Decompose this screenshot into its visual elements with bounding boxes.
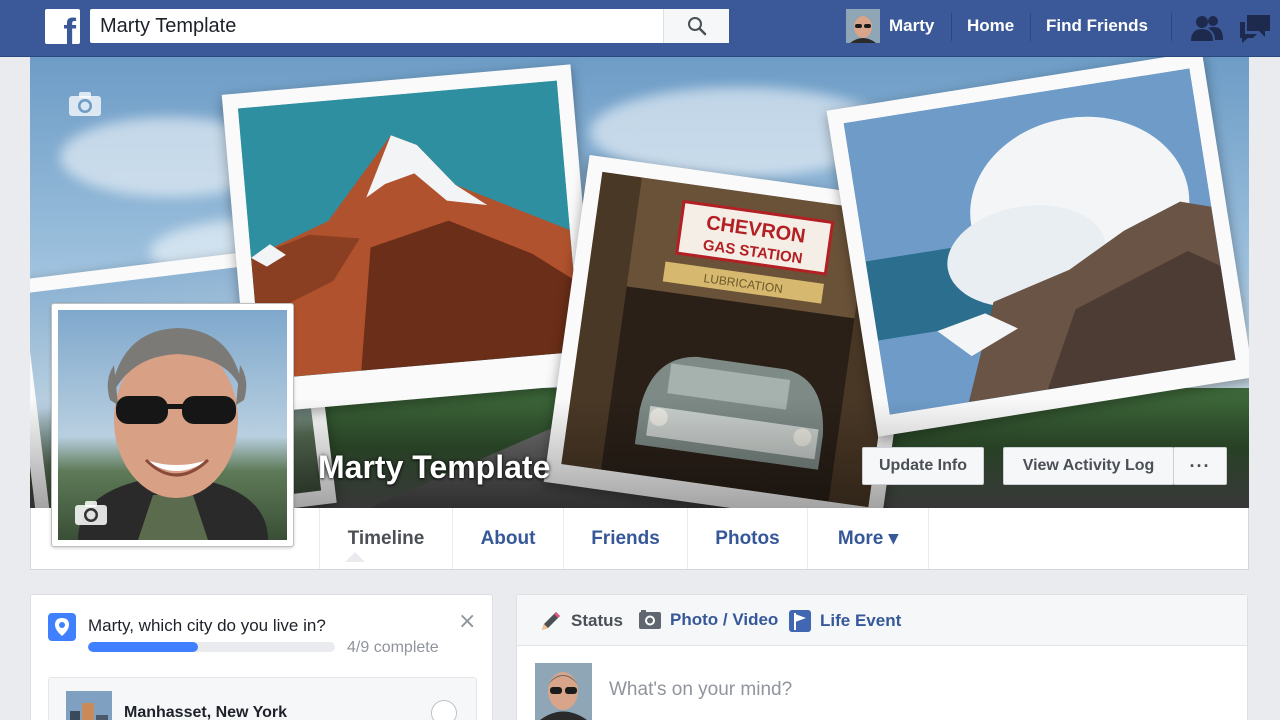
composer-tab-life-event-label: Life Event	[820, 611, 902, 630]
more-options-button[interactable]: ···	[1173, 447, 1227, 485]
camera-icon	[639, 610, 661, 629]
tab-timeline[interactable]: Timeline	[319, 508, 453, 569]
status-input[interactable]: What's on your mind?	[609, 679, 792, 701]
nav-divider	[951, 13, 952, 41]
composer-tab-photo-video-label: Photo / Video	[670, 610, 779, 629]
tab-about[interactable]: About	[453, 508, 564, 569]
progress-fill	[88, 642, 198, 652]
nav-divider	[1030, 13, 1031, 41]
nav-user-name: Marty	[889, 16, 935, 35]
completion-progress-text: 4/9 complete	[347, 639, 439, 656]
city-question: Marty, which city do you live in?	[88, 616, 326, 635]
search-button[interactable]	[663, 9, 729, 43]
city-suggestion-row[interactable]: Manhasset, New York	[48, 677, 477, 720]
profile-name-heading[interactable]: Marty Template	[318, 449, 550, 486]
location-pin-icon	[48, 613, 76, 641]
avatar	[846, 9, 880, 43]
city-thumbnail	[66, 691, 112, 720]
avatar	[535, 663, 592, 720]
completion-progress-bar	[88, 642, 335, 652]
polaroid-ocean-waves-photo	[826, 57, 1249, 437]
view-activity-log-button[interactable]: View Activity Log	[1003, 447, 1174, 485]
flag-icon	[789, 610, 811, 632]
update-info-button[interactable]: Update Info	[862, 447, 984, 485]
tab-friends[interactable]: Friends	[564, 508, 688, 569]
camera-icon[interactable]	[74, 500, 108, 526]
active-tab-indicator	[345, 552, 365, 562]
tab-more[interactable]: More ▾	[808, 508, 929, 569]
nav-profile-link[interactable]: Marty	[846, 9, 934, 43]
search-box	[90, 9, 729, 43]
composer-tab-status[interactable]: Status	[539, 609, 623, 633]
composer-tab-photo-video[interactable]: Photo / Video	[638, 609, 778, 631]
nav-home-link[interactable]: Home	[967, 16, 1014, 36]
nav-find-friends-link[interactable]: Find Friends	[1046, 16, 1148, 36]
search-input[interactable]	[90, 9, 662, 43]
profile-picture[interactable]	[51, 303, 294, 547]
pencil-icon	[542, 612, 560, 630]
close-icon[interactable]: ×	[458, 609, 476, 634]
messages-icon[interactable]	[1238, 13, 1272, 43]
search-icon	[687, 17, 706, 36]
composer-tab-life-event[interactable]: Life Event	[788, 609, 901, 633]
tab-photos[interactable]: Photos	[688, 508, 808, 569]
profile-completion-card: Marty, which city do you live in? × 4/9 …	[30, 594, 493, 720]
city-suggestion-name: Manhasset, New York	[124, 704, 288, 720]
friend-requests-icon[interactable]	[1190, 14, 1224, 42]
post-composer: Status Photo / Video Life Event What's o…	[516, 594, 1248, 720]
facebook-logo-icon[interactable]: f	[45, 9, 80, 44]
top-navigation-bar: f Marty Home Find Friends	[0, 0, 1280, 57]
composer-tab-status-label: Status	[571, 611, 623, 630]
nav-divider	[1171, 13, 1172, 41]
camera-icon[interactable]	[68, 91, 102, 117]
city-select-radio[interactable]	[431, 700, 457, 720]
composer-tabs: Status Photo / Video Life Event	[517, 595, 1247, 646]
